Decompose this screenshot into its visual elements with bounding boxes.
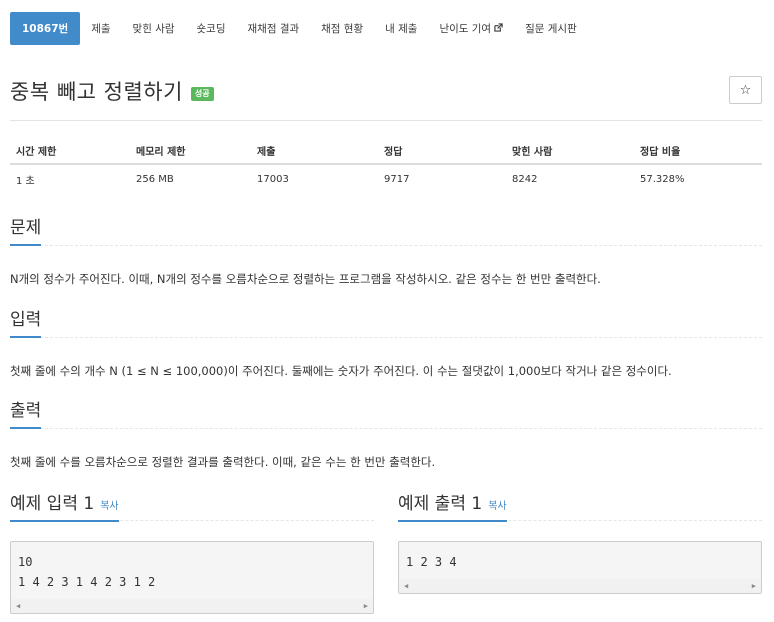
- table-header: 정답: [378, 137, 506, 165]
- table-cell: 9717: [384, 174, 410, 185]
- nav-tab-problem[interactable]: 10867번: [10, 12, 81, 45]
- nav-tab-difficulty[interactable]: 난이도 기여: [428, 12, 514, 45]
- output-section: 출력 첫째 줄에 수를 오름차순으로 정렬한 결과를 출력한다. 이때, 같은 …: [10, 401, 762, 470]
- nav-tab-status[interactable]: 채점 현황: [310, 12, 374, 45]
- section-title: 입력: [10, 305, 42, 338]
- input-description: 첫째 줄에 수의 개수 N (1 ≤ N ≤ 100,000)이 주어진다. 둘…: [10, 364, 672, 378]
- status-badge: 성공: [190, 86, 214, 101]
- output-description: 첫째 줄에 수를 오름차순으로 정렬한 결과를 출력한다. 이때, 같은 수는 …: [10, 455, 436, 469]
- sample-output-title: 예제 출력 1: [398, 494, 483, 514]
- sample-output-box[interactable]: 1 2 3 4 ◀ ▶: [398, 541, 762, 594]
- scroll-left-icon[interactable]: ◀: [404, 582, 408, 590]
- table-cell: 256 MB: [136, 174, 174, 185]
- table-cell: 57.328%: [640, 174, 685, 185]
- section-title: 출력: [10, 396, 42, 429]
- section-header: 예제 출력 1 복사: [398, 493, 762, 522]
- nav-tab-solved-users[interactable]: 맞힌 사람: [122, 12, 186, 45]
- section-header: 입력: [10, 310, 762, 338]
- divider: [10, 120, 762, 121]
- horizontal-scrollbar[interactable]: ◀ ▶: [399, 579, 761, 593]
- horizontal-scrollbar[interactable]: ◀ ▶: [11, 599, 373, 613]
- table-cell: 17003: [257, 174, 289, 185]
- section-header: 문제: [10, 218, 762, 246]
- sample-input-title: 예제 입력 1: [10, 494, 95, 514]
- table-header: 정답 비율: [634, 137, 762, 165]
- table-header: 제출: [251, 137, 378, 165]
- problem-nav: 10867번 제출 맞힌 사람 숏코딩 재채점 결과 채점 현황 내 제출 난이…: [10, 12, 588, 45]
- star-icon: ☆: [739, 82, 752, 98]
- scroll-left-icon[interactable]: ◀: [16, 602, 20, 610]
- table-cell: 1 초: [16, 176, 35, 187]
- section-header: 예제 입력 1 복사: [10, 493, 374, 522]
- section-title: 문제: [10, 213, 42, 246]
- nav-tab-my-submissions[interactable]: 내 제출: [374, 12, 428, 45]
- table-header-row: 시간 제한 메모리 제한 제출 정답 맞힌 사람 정답 비율: [10, 137, 762, 165]
- sample-output-section: 예제 출력 1 복사: [398, 493, 762, 522]
- favorite-button[interactable]: ☆: [729, 76, 762, 104]
- sample-input-section: 예제 입력 1 복사: [10, 493, 374, 522]
- table-cell: 8242: [512, 174, 538, 185]
- nav-tab-short-coding[interactable]: 숏코딩: [186, 12, 237, 45]
- nav-tab-board[interactable]: 질문 게시판: [514, 12, 588, 45]
- section-title: 예제 입력 1 복사: [10, 489, 119, 522]
- sample-input-box[interactable]: 10 1 4 2 3 1 4 2 3 1 2 ◀ ▶: [10, 541, 374, 614]
- table-row: 1 초 256 MB 17003 9717 8242 57.328%: [10, 164, 762, 194]
- table-header: 맞힌 사람: [506, 137, 634, 165]
- problem-description: N개의 정수가 주어진다. 이때, N개의 정수를 오름차순으로 정렬하는 프로…: [10, 272, 601, 286]
- scroll-right-icon[interactable]: ▶: [752, 582, 756, 590]
- problem-info-table: 시간 제한 메모리 제한 제출 정답 맞힌 사람 정답 비율 1 초 256 M…: [10, 137, 762, 194]
- copy-sample-output-link[interactable]: 복사: [488, 501, 506, 512]
- table-header: 시간 제한: [10, 137, 130, 165]
- external-link-icon: [494, 22, 503, 35]
- title-row: 중복 빼고 정렬하기 성공: [10, 76, 214, 106]
- section-title: 예제 출력 1 복사: [398, 489, 507, 522]
- sample-output-line: 1 2 3 4: [406, 555, 457, 569]
- table-header: 메모리 제한: [130, 137, 251, 165]
- sample-input-line: 1 4 2 3 1 4 2 3 1 2: [18, 575, 156, 589]
- copy-sample-input-link[interactable]: 복사: [100, 501, 118, 512]
- input-section: 입력 첫째 줄에 수의 개수 N (1 ≤ N ≤ 100,000)이 주어진다…: [10, 310, 762, 379]
- nav-tab-submit[interactable]: 제출: [80, 12, 121, 45]
- nav-tab-rejudge[interactable]: 재채점 결과: [237, 12, 311, 45]
- problem-description-section: 문제 N개의 정수가 주어진다. 이때, N개의 정수를 오름차순으로 정렬하는…: [10, 218, 762, 287]
- scroll-right-icon[interactable]: ▶: [364, 602, 368, 610]
- section-header: 출력: [10, 401, 762, 429]
- nav-tab-difficulty-label: 난이도 기여: [439, 23, 492, 35]
- sample-input-line: 10: [18, 555, 33, 569]
- page-title: 중복 빼고 정렬하기: [10, 80, 183, 104]
